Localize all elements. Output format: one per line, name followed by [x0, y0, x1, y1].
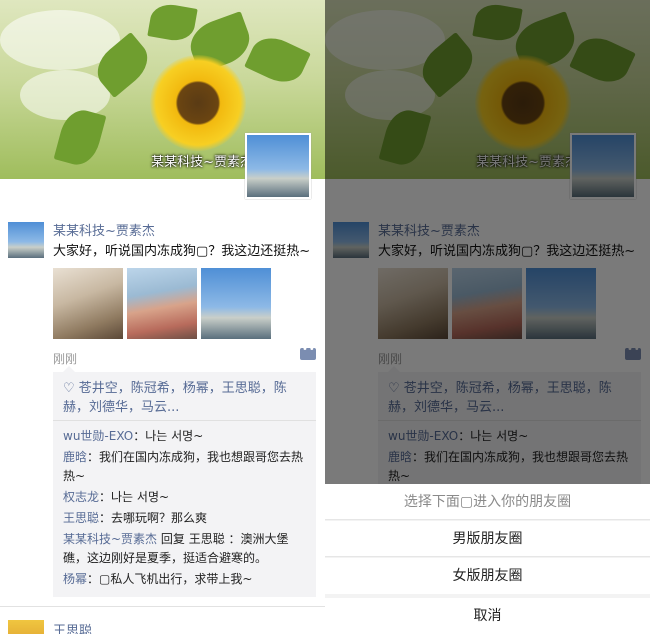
cancel-button[interactable]: 取消	[325, 598, 650, 634]
next-post-avatar[interactable]	[8, 620, 44, 634]
likes-list[interactable]: ♡ 苍井空，陈冠希，杨幂，王思聪，陈赫，刘德华，马云...	[63, 379, 308, 417]
comment-author[interactable]: 某某科技~贾素杰	[63, 532, 157, 546]
post-photo-group[interactable]	[127, 268, 197, 339]
female-moments-button[interactable]: 女版朋友圈	[325, 558, 650, 594]
comment-author[interactable]: 权志龙	[63, 490, 99, 504]
action-sheet-title: 选择下面▢进入你的朋友圈	[325, 484, 650, 520]
comment-text: ：去哪玩啊？那么爽	[99, 511, 208, 525]
post-photo-building[interactable]	[201, 268, 271, 339]
comment-author[interactable]: 王思聪	[63, 511, 99, 525]
comment-box: ♡ 苍井空，陈冠希，杨幂，王思聪，陈赫，刘德华，马云... wu世勋-EXO：나…	[53, 366, 316, 597]
comment-list: wu世勋-EXO：나는 서명~ 鹿晗：我们在国内冻成狗，我也想跟哥您去热热~ 权…	[63, 427, 308, 591]
post-text: 大家好，听说国内冻成狗▢？我这边还挺热~	[53, 244, 311, 259]
comment-item[interactable]: 鹿晗：我们在国内冻成狗，我也想跟哥您去热热~	[63, 448, 308, 486]
leaf-shape	[244, 30, 311, 90]
male-moments-button[interactable]: 男版朋友圈	[325, 521, 650, 557]
moments-feed-right: 某某科技~贾素杰 某某科技~贾素杰 大家好，听说国内冻成狗▢？我这边还挺热~ 刚…	[325, 0, 650, 634]
comment-text: ：我们在国内冻成狗，我也想跟哥您去热热~	[63, 450, 304, 483]
sunflower-image	[150, 55, 246, 151]
post-author-avatar[interactable]	[8, 222, 44, 258]
comment-icon[interactable]	[300, 344, 316, 360]
comment-item[interactable]: wu世勋-EXO：나는 서명~	[63, 427, 308, 446]
comment-text: ：▢私人飞机出行，求带上我~	[87, 572, 253, 586]
next-post-author[interactable]: 王思聪	[53, 620, 92, 634]
comment-item[interactable]: 权志龙：나는 서명~	[63, 488, 308, 507]
comment-author[interactable]: wu世勋-EXO	[63, 429, 133, 443]
moments-feed-left: 某某科技~贾素杰 某某科技~贾素杰 大家好，听说国内冻成狗▢？我这边还挺热~ 刚…	[0, 0, 325, 634]
profile-avatar[interactable]	[245, 133, 311, 199]
post-photo-jet-interior[interactable]	[53, 268, 123, 339]
comment-author[interactable]: 杨幂	[63, 572, 87, 586]
comment-author[interactable]: 鹿晗	[63, 450, 87, 464]
comment-item[interactable]: 某某科技~贾素杰 回复 王思聪 ：澳洲大堡礁，这边刚好是夏季，挺适合避寒的。	[63, 530, 308, 568]
cover-user-name: 某某科技~贾素杰	[151, 155, 253, 170]
leaf-shape	[147, 1, 198, 44]
comment-text: ：나는 서명~	[99, 490, 170, 504]
post-author-name[interactable]: 某某科技~贾素杰	[53, 220, 155, 239]
comment-item[interactable]: 王思聪：去哪玩啊？那么爽	[63, 509, 308, 528]
divider	[53, 420, 316, 421]
divider	[0, 606, 325, 607]
action-sheet: 选择下面▢进入你的朋友圈 男版朋友圈 女版朋友圈 取消	[325, 484, 650, 634]
comment-item[interactable]: 杨幂：▢私人飞机出行，求带上我~	[63, 570, 308, 589]
post-time: 刚刚	[53, 352, 78, 366]
comment-text: ：나는 서명~	[133, 429, 204, 443]
